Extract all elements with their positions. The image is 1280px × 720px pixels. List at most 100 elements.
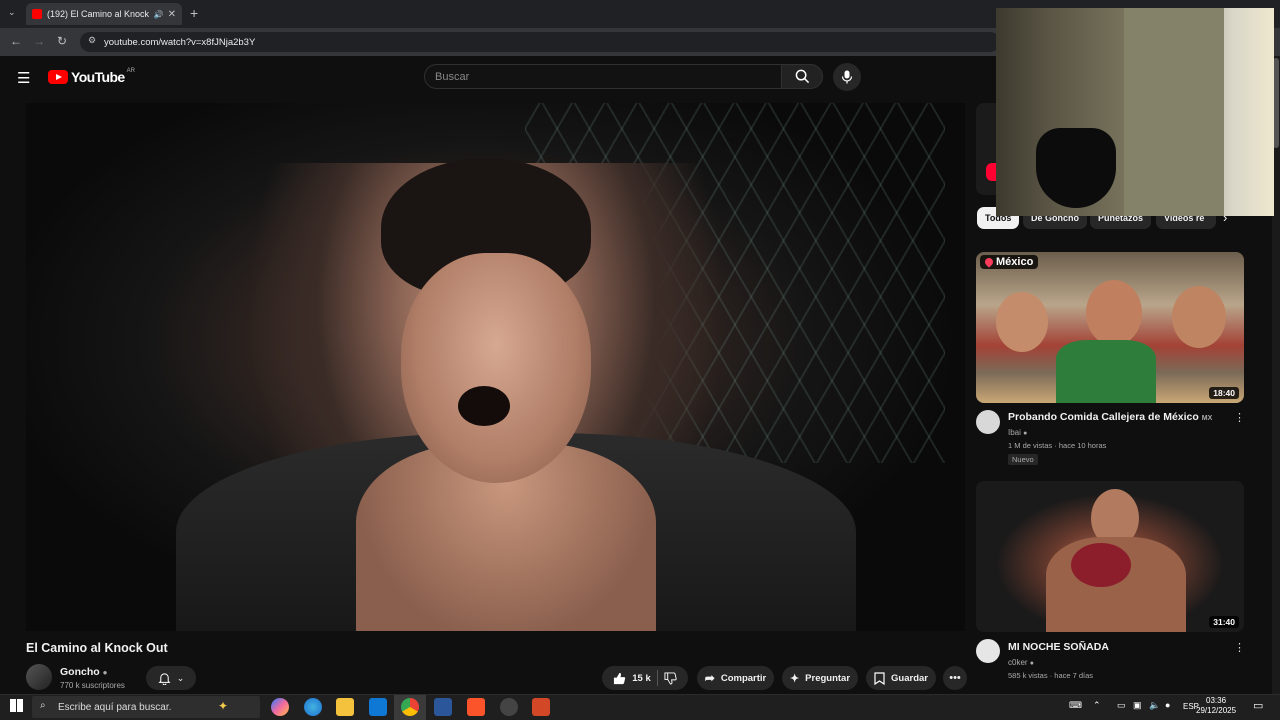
title-suffix: MX	[1201, 415, 1213, 422]
recommendation-channel[interactable]: Ibai ●	[1008, 428, 1027, 437]
notifications-icon[interactable]: ▭	[1253, 699, 1263, 712]
like-count[interactable]: 15 k	[632, 673, 651, 684]
recommendation-meta: 1 M de vistas · hace 10 horas	[1008, 441, 1107, 450]
video-frame-mouth	[458, 386, 510, 426]
channel-avatar[interactable]	[976, 639, 1000, 663]
webcam-overlay	[996, 8, 1274, 216]
search-button[interactable]	[781, 64, 823, 89]
channel-name[interactable]: Goncho ●	[60, 666, 107, 678]
network-icon[interactable]: ▭	[1117, 700, 1126, 711]
new-tab-button[interactable]: +	[190, 5, 198, 21]
reload-icon[interactable]: ↻	[57, 34, 67, 48]
video-duration: 18:40	[1209, 387, 1239, 399]
location-pin-icon	[983, 256, 995, 268]
location-badge: México	[980, 255, 1039, 269]
recommendation-title[interactable]: Probando Comida Callejera de México MX	[1008, 411, 1228, 423]
thumbs-up-icon[interactable]	[613, 672, 626, 685]
recommendation-title[interactable]: MI NOCHE SOÑADA	[1008, 641, 1228, 653]
recommendation-channel[interactable]: c0ker ●	[1008, 658, 1034, 667]
site-info-icon[interactable]: ⚙	[88, 35, 96, 46]
save-button[interactable]: Guardar	[866, 666, 936, 690]
bell-icon	[158, 672, 171, 685]
powerpoint-icon[interactable]	[532, 698, 550, 716]
microphone-icon	[841, 70, 853, 84]
ask-button[interactable]: ✦ Preguntar	[782, 666, 858, 690]
brave-icon[interactable]	[467, 698, 485, 716]
obs-icon[interactable]	[500, 698, 518, 716]
thumb-championship-belt	[1071, 543, 1131, 587]
notification-bell-button[interactable]: ⌄	[146, 666, 196, 690]
share-arrow-icon: ➦	[704, 671, 715, 685]
channel-avatar[interactable]	[26, 664, 52, 690]
tab-close-icon[interactable]: ✕	[168, 9, 176, 20]
logo-text: YouTube	[71, 69, 125, 85]
like-dislike-group: 15 k	[602, 666, 688, 690]
sidebar-card-partial[interactable]	[976, 103, 996, 195]
chrome-icon	[401, 698, 419, 716]
video-title: El Camino al Knock Out	[26, 641, 168, 655]
recommendation-channel-text: Ibai	[1008, 428, 1021, 437]
share-button[interactable]: ➦ Compartir	[697, 666, 774, 690]
thumbs-down-icon[interactable]	[664, 671, 677, 685]
partial-thumbnail-red	[986, 163, 996, 181]
channel-avatar[interactable]	[976, 410, 1000, 434]
word-icon[interactable]	[434, 698, 452, 716]
recommendation-meta: 585 k vistas · hace 7 días	[1008, 671, 1094, 680]
volume-icon[interactable]: 🔈	[1149, 700, 1160, 711]
taskbar-search-placeholder: Escribe aquí para buscar.	[58, 701, 172, 713]
ask-label: Preguntar	[805, 672, 851, 684]
webcam-dark-shape	[1036, 128, 1116, 208]
menu-hamburger-icon[interactable]: ☰	[17, 69, 30, 87]
edge-browser-icon[interactable]	[304, 698, 322, 716]
browser-tab[interactable]: (192) El Camino al Knock O 🔊 ✕	[26, 3, 182, 25]
chevron-down-icon: ⌄	[176, 672, 185, 683]
audio-playing-icon[interactable]: 🔊	[154, 10, 164, 19]
save-label: Guardar	[891, 672, 928, 684]
sparkle-icon: ✦	[218, 699, 229, 713]
tab-list-icon[interactable]: ⌄	[8, 7, 16, 18]
search-input[interactable]: Buscar	[424, 64, 782, 89]
voice-search-button[interactable]	[833, 63, 861, 91]
system-clock[interactable]: 03:36 29/12/2025	[1196, 696, 1236, 716]
thumb-face-center	[1086, 280, 1142, 346]
mail-icon[interactable]	[369, 698, 387, 716]
video-frame-face	[401, 253, 591, 483]
forward-arrow-icon[interactable]: →	[33, 34, 45, 48]
youtube-favicon-icon	[32, 9, 42, 19]
url-bar[interactable]: ⚙ youtube.com/watch?v=x8fJNja2b3Y	[80, 32, 1000, 52]
tab-title: (192) El Camino al Knock O	[47, 9, 151, 19]
more-vertical-icon[interactable]: ⋮	[1234, 411, 1245, 424]
thumb-face-left	[996, 292, 1048, 352]
clock-date: 29/12/2025	[1196, 706, 1237, 715]
verified-icon: ●	[1029, 660, 1035, 667]
country-code: AR	[126, 68, 135, 74]
url-text: youtube.com/watch?v=x8fJNja2b3Y	[104, 36, 256, 48]
video-player[interactable]	[26, 103, 965, 631]
youtube-logo[interactable]: YouTube AR	[48, 68, 135, 86]
youtube-play-logo-icon	[48, 70, 68, 84]
recommendation-thumbnail[interactable]: 31:40	[976, 481, 1244, 632]
location-text: México	[996, 256, 1034, 268]
tray-chevron-icon[interactable]: ⌃	[1093, 700, 1101, 711]
more-dots-icon: •••	[949, 672, 961, 684]
search-placeholder: Buscar	[435, 70, 470, 83]
windows-start-icon[interactable]	[10, 699, 23, 712]
file-explorer-icon[interactable]	[336, 698, 354, 716]
copilot-icon[interactable]	[271, 698, 289, 716]
chrome-taskbar-active[interactable]	[394, 695, 426, 720]
more-actions-button[interactable]: •••	[943, 666, 967, 690]
new-badge: Nuevo	[1008, 454, 1038, 465]
taskbar-search-input[interactable]: ⌕ Escribe aquí para buscar. ✦	[32, 696, 260, 718]
keyboard-icon[interactable]: ⌨	[1069, 700, 1082, 711]
more-vertical-icon[interactable]: ⋮	[1234, 641, 1245, 654]
recommendation-channel-text: c0ker	[1008, 658, 1028, 667]
bookmark-icon	[874, 671, 885, 685]
microphone-tray-icon[interactable]: ●	[1165, 700, 1170, 710]
back-arrow-icon[interactable]: ←	[10, 34, 22, 48]
channel-name-text: Goncho	[60, 666, 100, 678]
display-icon[interactable]: ▣	[1133, 700, 1142, 711]
like-divider	[656, 670, 658, 686]
video-duration: 31:40	[1209, 616, 1239, 628]
recommendation-thumbnail[interactable]: México 18:40	[976, 252, 1244, 403]
thumb-green-apron	[1056, 340, 1156, 403]
